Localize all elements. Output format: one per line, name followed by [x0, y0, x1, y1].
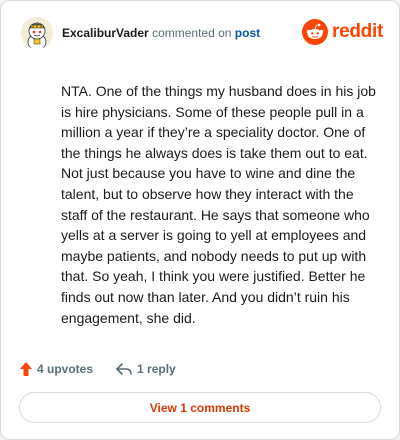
post-link[interactable]: post [235, 26, 260, 40]
user-avatar-icon[interactable] [21, 17, 53, 49]
reddit-snoo-icon [302, 19, 329, 45]
view-comments-label: View 1 comments [149, 400, 251, 415]
comment-header: ExcaliburVader commented on post [21, 15, 260, 51]
reddit-brand[interactable]: reddit [302, 19, 383, 45]
comment-body: NTA. One of the things my husband does i… [61, 83, 376, 326]
view-comments-button[interactable]: View 1 comments [19, 392, 381, 423]
username[interactable]: ExcaliburVader [62, 26, 149, 40]
upvote-count: 4 upvotes [37, 362, 94, 376]
comment-card: ExcaliburVader commented on post reddit … [0, 0, 400, 440]
comment-actions: 4 upvotes 1 reply [19, 359, 176, 379]
reddit-wordmark: reddit [332, 21, 383, 42]
action-text: commented on [152, 26, 232, 40]
reply-count: 1 reply [137, 362, 176, 376]
upvote-arrow-icon [20, 362, 32, 376]
upvote-button[interactable]: 4 upvotes [19, 361, 93, 377]
reply-arrow-icon [116, 363, 132, 375]
reply-button[interactable]: 1 reply [115, 362, 176, 376]
header-text: ExcaliburVader commented on post [62, 26, 260, 40]
